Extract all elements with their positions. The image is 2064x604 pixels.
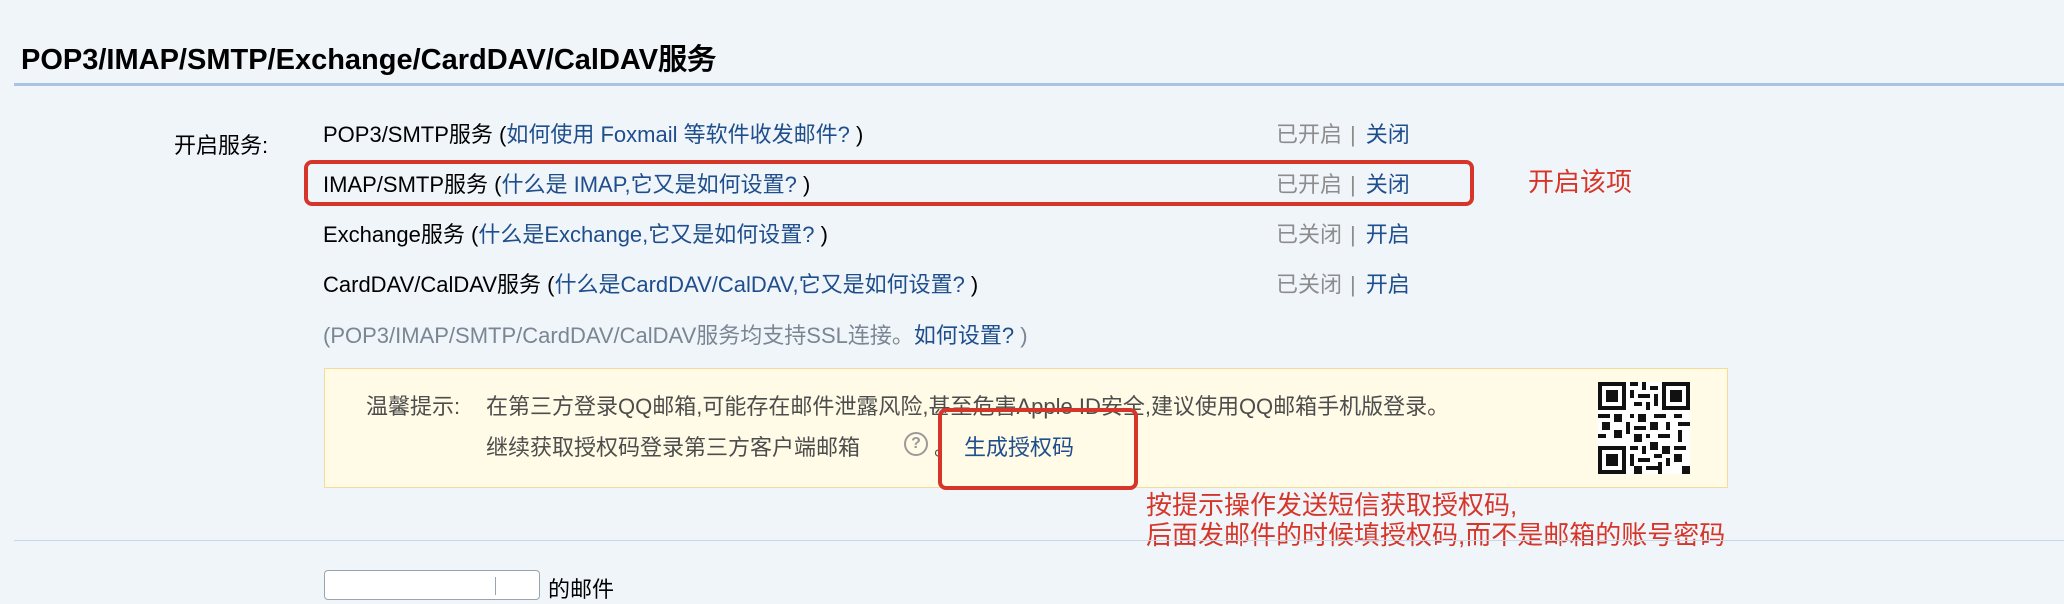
paren-open: ( (541, 272, 555, 297)
auth-code-highlight-box (938, 408, 1138, 490)
select-divider (495, 577, 496, 595)
service-name: CardDAV/CalDAV服务 (323, 272, 542, 297)
ssl-note-suffix: ) (1014, 323, 1028, 348)
annotation-instructions: 按提示操作发送短信获取授权码, 后面发邮件的时候填授权码,而不是邮箱的账号密码 (1146, 490, 1725, 550)
service-status-carddav: 已关闭 | 开启 (1276, 269, 1410, 301)
paren-open: ( (464, 222, 479, 247)
section-title: POP3/IMAP/SMTP/Exchange/CardDAV/CalDAV服务 (21, 44, 717, 76)
partial-bottom-text: 的邮件 (548, 577, 615, 602)
status-text: 已关闭 (1276, 272, 1343, 297)
service-row-exchange: Exchange服务 (什么是Exchange,它又是如何设置? ) (323, 219, 1443, 251)
service-row-carddav: CardDAV/CalDAV服务 (什么是CardDAV/CalDAV,它又是如… (323, 269, 1443, 301)
status-text: 已关闭 (1276, 222, 1343, 247)
carddav-toggle-link[interactable]: 开启 (1366, 272, 1410, 297)
pop3-toggle-link[interactable]: 关闭 (1366, 122, 1410, 147)
tip-label: 温馨提示: (366, 394, 461, 419)
service-help-link[interactable]: 什么是Exchange,它又是如何设置? (478, 222, 814, 247)
service-status-pop3: 已开启 | 关闭 (1276, 119, 1410, 151)
status-text: 已开启 (1276, 122, 1343, 147)
section-divider (14, 540, 2064, 541)
partial-select[interactable] (324, 570, 540, 600)
ssl-note-text: (POP3/IMAP/SMTP/CardDAV/CalDAV服务均支持SSL连接… (323, 323, 914, 348)
service-help-link[interactable]: 什么是CardDAV/CalDAV,它又是如何设置? (554, 272, 964, 297)
paren-close: ) (849, 122, 864, 147)
paren-close: ) (964, 272, 979, 297)
service-name: POP3/SMTP服务 (323, 122, 493, 147)
title-divider (14, 83, 2064, 86)
paren-open: ( (492, 122, 507, 147)
ssl-note: (POP3/IMAP/SMTP/CardDAV/CalDAV服务均支持SSL连接… (323, 320, 1028, 352)
tip-continue-text: 继续获取授权码登录第三方客户端邮箱 (486, 435, 861, 460)
paren-close: ) (814, 222, 828, 247)
status-separator: | (1350, 222, 1356, 247)
service-status-exchange: 已关闭 | 开启 (1276, 219, 1410, 251)
qr-code-icon (1598, 382, 1690, 474)
status-separator: | (1350, 272, 1356, 297)
annotation-enable-this: 开启该项 (1528, 167, 1633, 197)
service-row-pop3: POP3/SMTP服务 (如何使用 Foxmail 等软件收发邮件? ) (323, 119, 1443, 151)
enable-services-label: 开启服务: (174, 133, 269, 158)
ssl-setup-link[interactable]: 如何设置? (914, 323, 1014, 348)
annotation-line-1: 按提示操作发送短信获取授权码, (1146, 490, 1518, 520)
help-circle-icon[interactable]: ? (904, 432, 928, 456)
imap-highlight-box (304, 160, 1474, 206)
status-separator: | (1350, 122, 1356, 147)
service-name: Exchange服务 (323, 222, 465, 247)
service-help-link[interactable]: 如何使用 Foxmail 等软件收发邮件? (506, 122, 849, 147)
exchange-toggle-link[interactable]: 开启 (1366, 222, 1410, 247)
annotation-line-2: 后面发邮件的时候填授权码,而不是邮箱的账号密码 (1146, 520, 1726, 550)
